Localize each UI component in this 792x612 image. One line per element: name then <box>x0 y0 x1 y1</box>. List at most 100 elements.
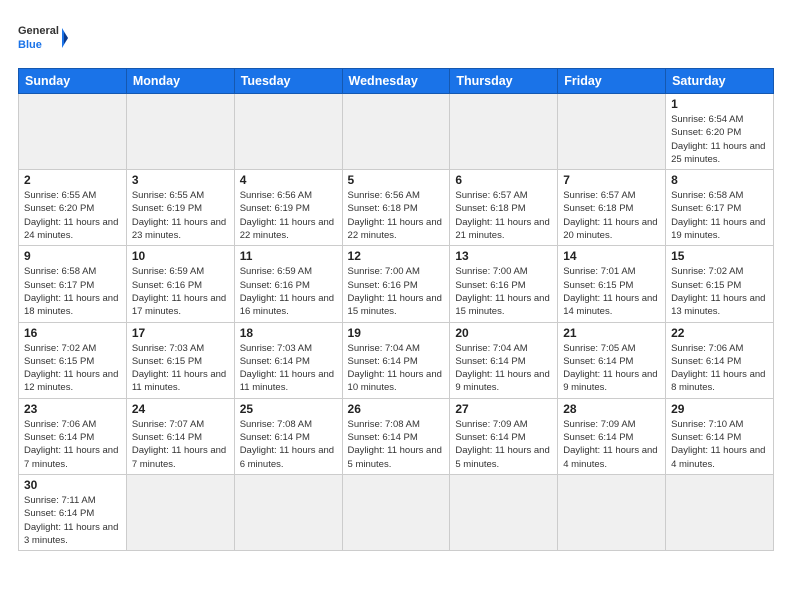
day-number: 19 <box>348 326 445 340</box>
day-info: Sunrise: 7:10 AM Sunset: 6:14 PM Dayligh… <box>671 418 768 471</box>
calendar-cell: 5Sunrise: 6:56 AM Sunset: 6:18 PM Daylig… <box>342 170 450 246</box>
day-number: 11 <box>240 249 337 263</box>
calendar-cell: 8Sunrise: 6:58 AM Sunset: 6:17 PM Daylig… <box>666 170 774 246</box>
calendar-cell <box>234 474 342 550</box>
day-number: 28 <box>563 402 660 416</box>
day-number: 2 <box>24 173 121 187</box>
calendar-cell: 3 Sunrise: 6:55 AM Sunset: 6:19 PM Daylig… <box>126 170 234 246</box>
calendar-table: Sunday Monday Tuesday Wednesday Thursday… <box>18 68 774 551</box>
day-info: Sunrise: 7:01 AM Sunset: 6:15 PM Dayligh… <box>563 265 660 318</box>
day-number: 30 <box>24 478 121 492</box>
calendar-cell: 26 Sunrise: 7:08 AM Sunset: 6:14 PM Dayli… <box>342 398 450 474</box>
calendar-cell: 16 Sunrise: 7:02 AM Sunset: 6:15 PM Dayli… <box>19 322 127 398</box>
day-number: 6 <box>455 173 552 187</box>
col-friday: Friday <box>558 69 666 94</box>
calendar-cell <box>126 94 234 170</box>
day-info: Sunrise: 6:57 AM Sunset: 6:18 PM Dayligh… <box>455 189 552 242</box>
day-number: 15 <box>671 249 768 263</box>
day-number: 13 <box>455 249 552 263</box>
calendar-cell: 17 Sunrise: 7:03 AM Sunset: 6:15 PM Dayli… <box>126 322 234 398</box>
calendar-cell <box>558 474 666 550</box>
day-number: 17 <box>132 326 229 340</box>
day-info: Sunrise: 6:54 AM Sunset: 6:20 PM Dayligh… <box>671 113 768 166</box>
calendar-cell: 27 Sunrise: 7:09 AM Sunset: 6:14 PM Dayli… <box>450 398 558 474</box>
day-number: 8 <box>671 173 768 187</box>
header: General Blue <box>18 18 774 58</box>
day-info: Sunrise: 7:06 AM Sunset: 6:14 PM Dayligh… <box>24 418 121 471</box>
day-info: Sunrise: 6:56 AM Sunset: 6:19 PM Dayligh… <box>240 189 337 242</box>
day-number: 16 <box>24 326 121 340</box>
calendar-cell <box>342 474 450 550</box>
col-saturday: Saturday <box>666 69 774 94</box>
calendar-cell <box>450 474 558 550</box>
day-info: Sunrise: 7:03 AM Sunset: 6:15 PM Dayligh… <box>132 342 229 395</box>
day-info: Sunrise: 6:58 AM Sunset: 6:17 PM Dayligh… <box>24 265 121 318</box>
day-info: Sunrise: 7:02 AM Sunset: 6:15 PM Dayligh… <box>24 342 121 395</box>
calendar-cell: 28 Sunrise: 7:09 AM Sunset: 6:14 PM Dayli… <box>558 398 666 474</box>
day-info: Sunrise: 6:55 AM Sunset: 6:19 PM Dayligh… <box>132 189 229 242</box>
calendar-cell: 12 Sunrise: 7:00 AM Sunset: 6:16 PM Dayli… <box>342 246 450 322</box>
calendar-cell <box>666 474 774 550</box>
day-info: Sunrise: 7:08 AM Sunset: 6:14 PM Dayligh… <box>348 418 445 471</box>
logo: General Blue <box>18 18 68 58</box>
day-info: Sunrise: 7:07 AM Sunset: 6:14 PM Dayligh… <box>132 418 229 471</box>
calendar-cell: 29 Sunrise: 7:10 AM Sunset: 6:14 PM Dayli… <box>666 398 774 474</box>
calendar-cell: 2 Sunrise: 6:55 AM Sunset: 6:20 PM Daylig… <box>19 170 127 246</box>
day-info: Sunrise: 6:56 AM Sunset: 6:18 PM Dayligh… <box>348 189 445 242</box>
day-info: Sunrise: 7:08 AM Sunset: 6:14 PM Dayligh… <box>240 418 337 471</box>
day-info: Sunrise: 7:03 AM Sunset: 6:14 PM Dayligh… <box>240 342 337 395</box>
calendar-cell: 6 Sunrise: 6:57 AM Sunset: 6:18 PM Daylig… <box>450 170 558 246</box>
day-number: 4 <box>240 173 337 187</box>
col-monday: Monday <box>126 69 234 94</box>
calendar-cell: 9Sunrise: 6:58 AM Sunset: 6:17 PM Daylig… <box>19 246 127 322</box>
calendar-cell: 13Sunrise: 7:00 AM Sunset: 6:16 PM Dayli… <box>450 246 558 322</box>
col-thursday: Thursday <box>450 69 558 94</box>
day-info: Sunrise: 6:57 AM Sunset: 6:18 PM Dayligh… <box>563 189 660 242</box>
day-info: Sunrise: 7:00 AM Sunset: 6:16 PM Dayligh… <box>348 265 445 318</box>
logo-svg: General Blue <box>18 18 68 58</box>
day-number: 12 <box>348 249 445 263</box>
calendar-cell: 4 Sunrise: 6:56 AM Sunset: 6:19 PM Daylig… <box>234 170 342 246</box>
day-info: Sunrise: 7:11 AM Sunset: 6:14 PM Dayligh… <box>24 494 121 547</box>
day-info: Sunrise: 7:06 AM Sunset: 6:14 PM Dayligh… <box>671 342 768 395</box>
calendar-cell: 20 Sunrise: 7:04 AM Sunset: 6:14 PM Dayli… <box>450 322 558 398</box>
calendar-cell <box>342 94 450 170</box>
day-info: Sunrise: 7:04 AM Sunset: 6:14 PM Dayligh… <box>455 342 552 395</box>
day-info: Sunrise: 7:04 AM Sunset: 6:14 PM Dayligh… <box>348 342 445 395</box>
calendar-cell: 19 Sunrise: 7:04 AM Sunset: 6:14 PM Dayli… <box>342 322 450 398</box>
calendar-cell: 30 Sunrise: 7:11 AM Sunset: 6:14 PM Dayli… <box>19 474 127 550</box>
day-number: 24 <box>132 402 229 416</box>
day-number: 10 <box>132 249 229 263</box>
day-number: 27 <box>455 402 552 416</box>
svg-text:Blue: Blue <box>18 39 42 51</box>
col-wednesday: Wednesday <box>342 69 450 94</box>
day-info: Sunrise: 7:02 AM Sunset: 6:15 PM Dayligh… <box>671 265 768 318</box>
day-number: 25 <box>240 402 337 416</box>
col-sunday: Sunday <box>19 69 127 94</box>
day-number: 14 <box>563 249 660 263</box>
calendar-cell <box>558 94 666 170</box>
calendar-cell <box>234 94 342 170</box>
day-number: 29 <box>671 402 768 416</box>
day-info: Sunrise: 7:09 AM Sunset: 6:14 PM Dayligh… <box>563 418 660 471</box>
day-info: Sunrise: 6:59 AM Sunset: 6:16 PM Dayligh… <box>240 265 337 318</box>
svg-text:General: General <box>18 25 59 37</box>
day-number: 26 <box>348 402 445 416</box>
calendar-cell: 10Sunrise: 6:59 AM Sunset: 6:16 PM Dayli… <box>126 246 234 322</box>
calendar-cell: 1Sunrise: 6:54 AM Sunset: 6:20 PM Daylig… <box>666 94 774 170</box>
day-number: 3 <box>132 173 229 187</box>
calendar-cell: 18Sunrise: 7:03 AM Sunset: 6:14 PM Dayli… <box>234 322 342 398</box>
calendar-cell <box>19 94 127 170</box>
calendar-cell: 24 Sunrise: 7:07 AM Sunset: 6:14 PM Dayli… <box>126 398 234 474</box>
col-tuesday: Tuesday <box>234 69 342 94</box>
calendar-cell: 14 Sunrise: 7:01 AM Sunset: 6:15 PM Dayli… <box>558 246 666 322</box>
day-info: Sunrise: 7:09 AM Sunset: 6:14 PM Dayligh… <box>455 418 552 471</box>
calendar-header-row: Sunday Monday Tuesday Wednesday Thursday… <box>19 69 774 94</box>
calendar-cell: 15 Sunrise: 7:02 AM Sunset: 6:15 PM Dayli… <box>666 246 774 322</box>
calendar-cell <box>126 474 234 550</box>
calendar-cell: 23Sunrise: 7:06 AM Sunset: 6:14 PM Dayli… <box>19 398 127 474</box>
day-info: Sunrise: 7:05 AM Sunset: 6:14 PM Dayligh… <box>563 342 660 395</box>
calendar-cell <box>450 94 558 170</box>
day-info: Sunrise: 6:55 AM Sunset: 6:20 PM Dayligh… <box>24 189 121 242</box>
day-number: 20 <box>455 326 552 340</box>
